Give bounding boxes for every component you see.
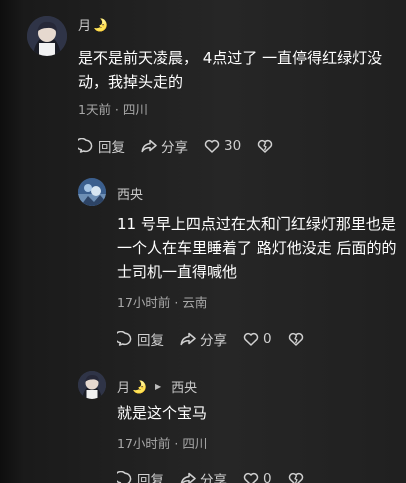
like-button[interactable]: 30 [204, 138, 241, 154]
share-arrow-icon [180, 472, 196, 483]
reply-button[interactable]: 回复 [78, 136, 125, 156]
comment-text: 就是这个宝马 [117, 404, 208, 422]
like-count: 0 [263, 331, 272, 347]
comment-actions: 回复 分享 30 [78, 136, 273, 156]
reply-to-arrow-icon: ▶ [154, 382, 162, 391]
username[interactable]: 月 🌛 [78, 15, 108, 35]
comment-text: 是不是前天凌晨， 4点过了 一直停得红绿灯没动，我掉头走的 [78, 49, 383, 91]
username-text[interactable]: 月 [78, 15, 91, 34]
avatar[interactable] [27, 16, 67, 56]
heart-outline-icon [243, 332, 259, 346]
comment-bubble-icon [117, 471, 132, 483]
comment-thread: 月 🌛 是不是前天凌晨， 4点过了 一直停得红绿灯没动，我掉头走的 1天前 · … [0, 0, 406, 483]
reply-button[interactable]: 回复 [117, 329, 164, 349]
broken-heart-icon [288, 472, 303, 483]
reply-label: 回复 [137, 473, 164, 483]
avatar[interactable] [78, 371, 106, 399]
heart-outline-icon [243, 472, 259, 483]
comment-meta: 1天前 · 四川 [78, 102, 148, 117]
username[interactable]: 月 🌛 ▶ 西央 [117, 377, 197, 397]
share-label: 分享 [200, 473, 227, 483]
like-count: 30 [224, 138, 242, 154]
reply-button[interactable]: 回复 [117, 469, 164, 483]
moon-emoji-icon: 🌛 [93, 17, 108, 32]
like-button[interactable]: 0 [243, 471, 272, 483]
dislike-button[interactable] [257, 138, 273, 154]
avatar[interactable] [78, 178, 106, 206]
share-arrow-icon [180, 332, 196, 346]
share-button[interactable]: 分享 [180, 329, 227, 349]
username[interactable]: 西央 [117, 184, 143, 203]
reply-to-username[interactable]: 西央 [171, 377, 197, 396]
reply-label: 回复 [98, 140, 125, 156]
username-text[interactable]: 月 [117, 377, 130, 396]
comment-text: 11 号早上四点过在太和门红绿灯那里也是一个人在车里睡着了 路灯他没走 后面的的… [117, 215, 397, 281]
comment-actions: 回复 分享 0 [117, 469, 304, 483]
dislike-button[interactable] [288, 331, 304, 347]
dislike-button[interactable] [288, 471, 304, 483]
share-label: 分享 [200, 333, 227, 349]
comment-meta: 17小时前 · 四川 [117, 436, 208, 451]
heart-outline-icon [204, 139, 220, 153]
moon-emoji-icon: 🌛 [132, 379, 147, 394]
share-button[interactable]: 分享 [141, 136, 188, 156]
comment-bubble-icon [78, 138, 93, 153]
share-arrow-icon [141, 139, 157, 153]
share-button[interactable]: 分享 [180, 469, 227, 483]
username-text[interactable]: 西央 [117, 184, 143, 203]
broken-heart-icon [257, 139, 273, 153]
comment-meta: 17小时前 · 云南 [117, 295, 208, 310]
reply-label: 回复 [137, 333, 164, 349]
share-label: 分享 [161, 140, 188, 156]
like-count: 0 [263, 471, 272, 483]
broken-heart-icon [288, 332, 303, 346]
comment-bubble-icon [117, 331, 132, 346]
comment-actions: 回复 分享 0 [117, 329, 304, 349]
like-button[interactable]: 0 [243, 331, 272, 347]
